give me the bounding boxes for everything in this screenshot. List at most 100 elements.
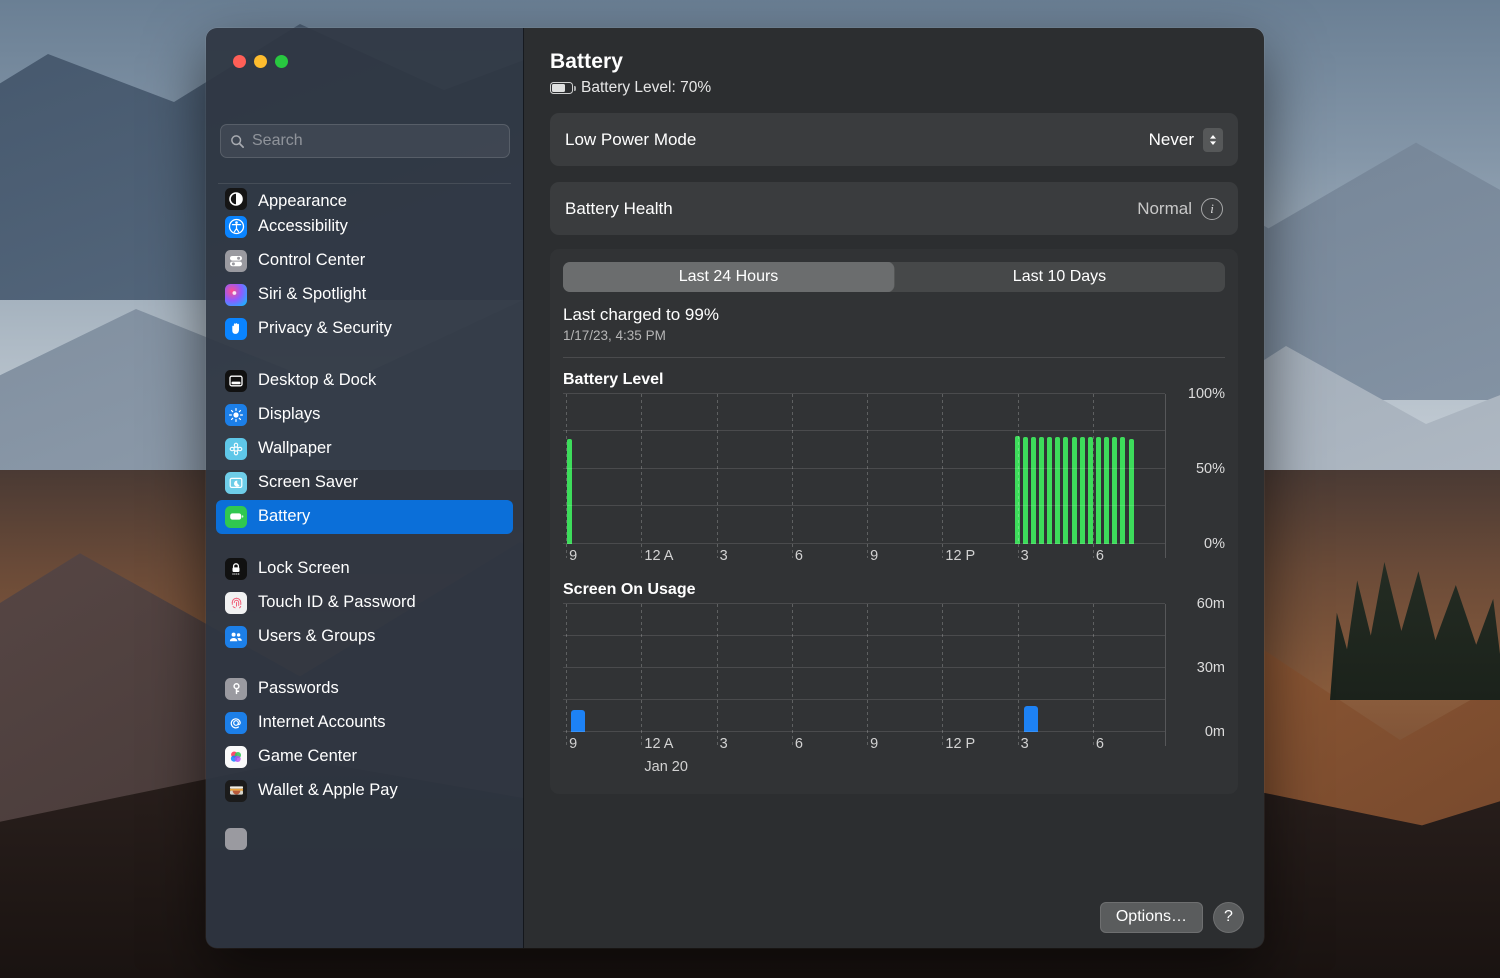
users-groups-icon (225, 626, 247, 648)
battery-health-row[interactable]: Battery Health Normal i (550, 182, 1238, 235)
gridline-vertical (1093, 604, 1094, 746)
main-scroll-area[interactable]: Battery Battery Level: 70% Low Power Mod… (524, 28, 1264, 886)
sidebar-item-wallet-apple-pay[interactable]: Wallet & Apple Pay (216, 774, 513, 808)
x-axis-tick-label: 6 (1096, 548, 1104, 564)
chart-bar (567, 439, 572, 544)
gridline-vertical (942, 394, 943, 558)
game-center-icon (225, 746, 247, 768)
gridline-vertical (641, 604, 642, 746)
low-power-mode-row[interactable]: Low Power Mode Never (550, 113, 1238, 166)
battery-health-control[interactable]: Normal i (1137, 198, 1223, 220)
screen-on-usage-x-axis: 912 A36912 P36 (563, 732, 1165, 756)
sidebar-item-label: Lock Screen (258, 560, 350, 577)
battery-icon (225, 506, 247, 528)
chart-bar (1063, 437, 1068, 544)
screen-saver-icon (225, 472, 247, 494)
sidebar-group-appearance: Appearance Accessibility (216, 186, 513, 346)
x-axis-tick-label: 3 (1021, 736, 1029, 752)
sidebar-group-gap (216, 346, 513, 364)
battery-level-chart: 100%50%0% 912 A36912 P36 (563, 394, 1225, 568)
sidebar-item-screen-saver[interactable]: Screen Saver (216, 466, 513, 500)
accessibility-icon (225, 216, 247, 238)
gridline-horizontal (563, 505, 1165, 506)
minimize-button[interactable] (254, 55, 267, 68)
y-axis-tick-label: 30m (1197, 660, 1225, 676)
chart-bar (1047, 437, 1052, 544)
day-label-row: Jan 20 (563, 756, 1165, 778)
zoom-button[interactable] (275, 55, 288, 68)
x-axis-tick-label: 9 (569, 548, 577, 564)
sidebar-item-siri-spotlight[interactable]: Siri & Spotlight (216, 278, 513, 312)
chart-bar (1072, 437, 1077, 544)
chart-bar (1023, 437, 1028, 544)
help-button[interactable]: ? (1213, 902, 1244, 933)
sidebar-item-label: Game Center (258, 748, 357, 765)
gridline-vertical (717, 604, 718, 746)
sidebar-item-appearance[interactable]: Appearance (216, 186, 513, 210)
sidebar-item-lock-screen[interactable]: Lock Screen (216, 552, 513, 586)
gridline-horizontal (563, 699, 1165, 700)
info-icon[interactable]: i (1201, 198, 1223, 220)
desktop-dock-icon (225, 370, 247, 392)
close-button[interactable] (233, 55, 246, 68)
sidebar-item-label: Siri & Spotlight (258, 286, 366, 303)
sidebar-item-accessibility[interactable]: Accessibility (216, 210, 513, 244)
screen-on-usage-chart: 60m30m0m 912 A36912 P36 Jan 20 (563, 604, 1225, 778)
sidebar-item-label: Appearance (258, 193, 347, 210)
sidebar-item-control-center[interactable]: Control Center (216, 244, 513, 278)
y-axis-tick-label: 0m (1205, 724, 1225, 740)
low-power-mode-control[interactable]: Never (1149, 128, 1223, 152)
chart-bar (1039, 437, 1044, 544)
chevron-updown-icon[interactable] (1203, 128, 1223, 152)
low-power-mode-value: Never (1149, 130, 1194, 150)
battery-level-icon (550, 82, 573, 94)
sidebar-item-battery[interactable]: Battery (216, 500, 513, 534)
sidebar-group-gap (216, 534, 513, 552)
x-axis-tick-label: 9 (569, 736, 577, 752)
last-charged-timestamp: 1/17/23, 4:35 PM (563, 328, 1225, 343)
sidebar-scroll-area[interactable]: Appearance Accessibility (206, 183, 523, 948)
sidebar-item-label: Privacy & Security (258, 320, 392, 337)
tab-last-10-days[interactable]: Last 10 Days (894, 262, 1225, 292)
x-axis-tick-label: 12 A (644, 548, 673, 564)
system-settings-window: Appearance Accessibility (206, 28, 1264, 948)
sidebar-item-desktop-dock[interactable]: Desktop & Dock (216, 364, 513, 398)
battery-health-label: Battery Health (565, 199, 673, 219)
search-field[interactable] (220, 124, 510, 158)
chart-bar (1055, 437, 1060, 544)
sidebar-item-privacy-security[interactable]: Privacy & Security (216, 312, 513, 346)
sidebar-item-label: Internet Accounts (258, 714, 386, 731)
search-input[interactable] (252, 132, 500, 150)
usage-range-segmented-control[interactable]: Last 24 Hours Last 10 Days (563, 262, 1225, 292)
sidebar-item-label: Desktop & Dock (258, 372, 376, 389)
tab-last-24-hours[interactable]: Last 24 Hours (563, 262, 894, 292)
internet-accounts-at-icon (225, 712, 247, 734)
wallet-icon (225, 780, 247, 802)
gridline-vertical (566, 394, 567, 558)
options-button[interactable]: Options… (1100, 902, 1203, 933)
sidebar-item-label: Users & Groups (258, 628, 375, 645)
sidebar-item-partially-visible[interactable] (216, 826, 513, 850)
lock-screen-icon (225, 558, 247, 580)
sidebar-item-label: Battery (258, 508, 310, 525)
gridline-horizontal (563, 393, 1165, 394)
page-title: Battery (550, 50, 1238, 74)
x-axis-tick-label: 3 (1021, 548, 1029, 564)
sidebar-item-game-center[interactable]: Game Center (216, 740, 513, 774)
sidebar-item-passwords[interactable]: Passwords (216, 672, 513, 706)
gridline-horizontal (563, 468, 1165, 469)
sidebar-item-label: Touch ID & Password (258, 594, 416, 611)
battery-level-y-axis: 100%50%0% (1167, 394, 1225, 544)
screen-on-usage-plot-area (563, 604, 1165, 732)
sidebar-item-wallpaper[interactable]: Wallpaper (216, 432, 513, 466)
sidebar-item-internet-accounts[interactable]: Internet Accounts (216, 706, 513, 740)
sidebar-group-security: Lock Screen (216, 552, 513, 654)
sidebar-item-displays[interactable]: Displays (216, 398, 513, 432)
day-label: Jan 20 (644, 759, 688, 775)
sidebar-item-users-groups[interactable]: Users & Groups (216, 620, 513, 654)
battery-usage-card: Last 24 Hours Last 10 Days Last charged … (550, 249, 1238, 794)
sidebar-item-touch-id-password[interactable]: Touch ID & Password (216, 586, 513, 620)
gridline-horizontal (563, 603, 1165, 604)
chart-bar (1112, 437, 1117, 544)
low-power-mode-card: Low Power Mode Never (550, 113, 1238, 166)
